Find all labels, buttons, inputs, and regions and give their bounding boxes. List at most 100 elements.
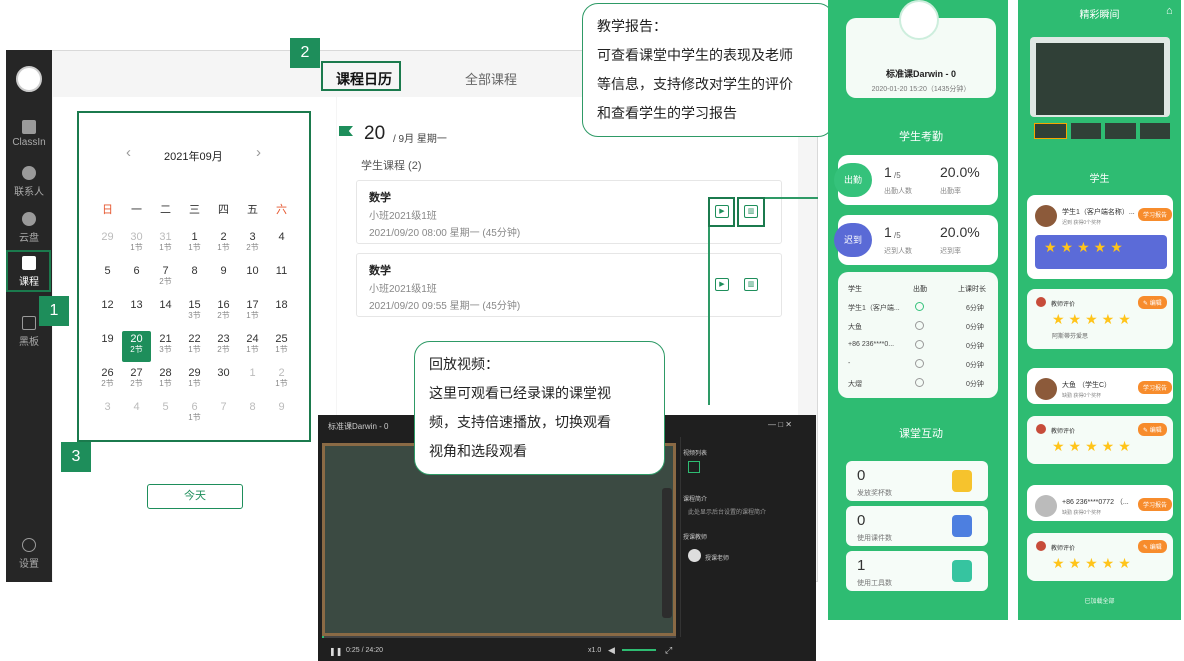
moment-image [1036,43,1164,115]
student-name: 学生1（客户端名称）... [1062,209,1135,216]
eval-comment: 阿斯蒂芬爱思 [1052,334,1089,340]
home-icon[interactable]: ⌂ [1166,5,1173,17]
moments-title: 精彩瞬间 [1079,10,1120,21]
callout-line: 可查看课堂中学生的表现及老师 [597,47,793,63]
courseware-icon [952,515,972,537]
moment-preview[interactable] [1030,37,1170,117]
table-cell: - [848,360,851,367]
course-title: 数学 [369,265,391,277]
report-icon[interactable]: ▥ [744,278,758,291]
count-value: 1 [884,224,892,240]
table-cell: 0分钟 [966,362,984,369]
callout-line: 等信息，支持修改对学生的评价 [597,76,793,92]
report-button[interactable]: 学习报告 [1138,381,1173,394]
person-icon [22,166,36,180]
course-class: 小班2021级1班 [369,284,437,295]
intro-title: 课程简介 [683,497,708,503]
star-rating: ★★★★★ [1052,311,1135,327]
students-title: 学生 [1089,174,1110,185]
date-day: 20 [364,123,386,144]
teacher-title: 授课教师 [683,535,708,541]
rate-value: 20.0% [940,164,980,180]
rate-label: 迟到率 [940,248,961,255]
table-cell: 0分钟 [966,381,984,388]
sidebar-item-settings[interactable]: 设置 [6,538,52,570]
eval-label: 教师评价 [1051,546,1076,552]
count-label: 迟到人数 [884,248,912,255]
callout-line: 这里可观看已经录课的课堂视 [429,385,611,401]
callout-line: 视角和选段观看 [429,443,527,459]
connector-line [708,227,710,405]
stat-value: 1 [857,557,866,574]
callout-line: 教学报告： [597,18,667,34]
edit-button[interactable]: ✎ 编辑 [1138,423,1167,436]
attendance-tag: 迟到 [834,223,872,257]
eval-label: 教师评价 [1051,302,1076,308]
stat-label: 发放奖杯数 [857,490,892,497]
edit-button[interactable]: ✎ 编辑 [1138,296,1167,309]
student-avatar [1035,495,1057,517]
sidebar-item-cloud[interactable]: 云盘 [6,212,52,244]
number-tag-3: 3 [61,442,91,472]
replay-callout: 回放视频： 这里可观看已经录课的课堂视 频，支持倍速播放，切换观看 视角和选段观看 [414,341,665,475]
avatar[interactable] [16,66,42,92]
volume-slider[interactable] [622,649,656,651]
student-name: +86 236****0772 （... [1062,499,1129,506]
class-sub: 2020-01-20 15:20（1435分钟） [871,86,971,93]
gear-icon [22,538,36,552]
thumb[interactable] [1139,123,1170,139]
intro-text: 此处显示后台设置的课程简介 [688,510,767,516]
student-courses-label: 学生课程 (2) [361,160,422,172]
connector-line [765,197,818,199]
today-button[interactable]: 今天 [147,484,243,509]
edit-button[interactable]: ✎ 编辑 [1138,540,1167,553]
trophy-icon [952,470,972,492]
interact-title: 课堂互动 [899,428,943,440]
highlight-box-3 [77,111,311,442]
highlight-play [708,197,735,227]
report-button[interactable]: 学习报告 [1138,498,1173,511]
pause-button[interactable]: ❚❚ [329,647,342,656]
table-cell: 6分钟 [966,305,984,312]
star-rating: ★★★★★ [1052,555,1135,571]
volume-icon[interactable]: ◀ [608,645,615,656]
star-rating: ★★★★★ [1044,239,1127,255]
sidebar-item-contacts[interactable]: 联系人 [6,166,52,198]
teacher-avatar [1036,424,1046,434]
count-denom: /5 [894,231,901,240]
callout-line: 回放视频： [429,356,499,372]
callout-line: 和查看学生的学习报告 [597,105,737,121]
play-icon[interactable]: ▶ [715,278,729,291]
highlight-box-2 [321,61,401,91]
count-label: 出勤人数 [884,188,912,195]
thumb[interactable] [1034,123,1067,139]
smile-icon [915,359,924,368]
progress-track[interactable] [322,636,676,638]
student-status: 迟到 获得0个奖杯 [1062,220,1102,226]
loaded-all: 已加载全部 [1084,599,1115,605]
student-avatar [1035,378,1057,400]
rate-value: 20.0% [940,224,980,240]
board-toolbar[interactable] [662,488,672,618]
thumb[interactable] [1105,123,1136,139]
report-button[interactable]: 学习报告 [1138,208,1173,221]
tab-all-courses[interactable]: 全部课程 [465,69,517,88]
thumb[interactable] [1070,123,1101,139]
smile-icon [915,321,924,330]
video-thumb[interactable] [688,461,700,473]
stat-value: 0 [857,512,866,529]
cloud-icon [22,212,36,226]
student-status: 缺勤 获得0个奖杯 [1062,393,1102,399]
attendance-tag: 出勤 [834,163,872,197]
number-tag-2: 2 [290,38,320,68]
sidebar-item-classin[interactable]: ClassIn [6,120,52,148]
window-controls[interactable]: — □ ✕ [768,420,792,429]
teacher-avatar [1036,297,1046,307]
fullscreen-icon[interactable]: ⤢ [665,645,672,656]
player-title: 标准课Darwin - 0 [328,422,389,431]
speed-button[interactable]: x1.0 [588,647,601,654]
table-cell: 学生1（客户端... [848,305,900,312]
date-sub: / 9月 星期一 [393,134,447,145]
course-title: 数学 [369,192,391,204]
board-icon [22,316,36,330]
